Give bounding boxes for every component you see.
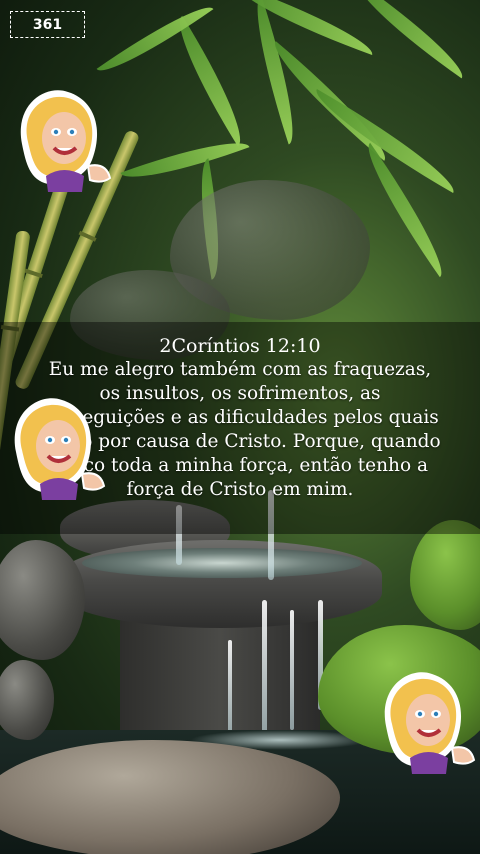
water-stream: [262, 600, 267, 735]
cartoon-woman-sticker: [20, 90, 112, 192]
cartoon-woman-sticker: [14, 398, 106, 500]
moss-rock-right: [410, 520, 480, 630]
water-stream: [290, 610, 294, 730]
bamboo-leaf: [346, 0, 474, 79]
bamboo-leaf: [163, 15, 257, 147]
verse-reference: 2Coríntios 12:10: [159, 335, 321, 357]
rock-left-lower: [0, 660, 54, 740]
counter-badge: 361: [10, 11, 85, 38]
cartoon-woman-sticker: [384, 672, 476, 774]
bamboo-leaf: [120, 128, 250, 192]
fountain-water-surface: [82, 548, 362, 578]
water-stream: [228, 640, 232, 735]
rock-bottom: [0, 740, 340, 854]
bamboo-leaf: [231, 0, 379, 56]
rock-left: [0, 540, 85, 660]
